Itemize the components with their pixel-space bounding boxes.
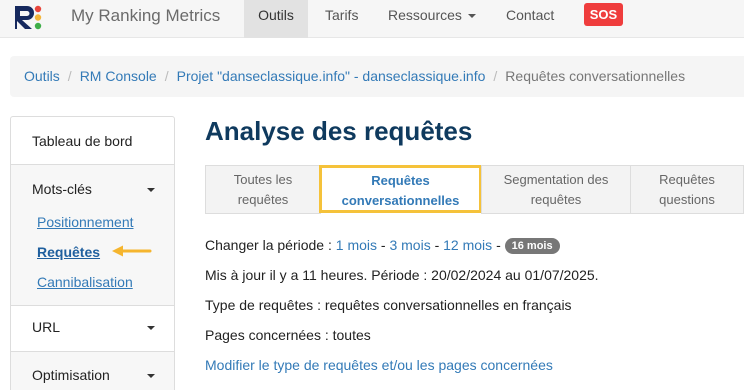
tab-requetes-questions[interactable]: Requêtes questions [630,165,744,214]
caret-down-icon [147,326,155,330]
tab-label: Requêtes [371,173,430,188]
breadcrumb-separator: / [164,68,169,84]
brand-name[interactable]: My Ranking Metrics [71,6,220,26]
modify-query-link-row: Modifier le type de requêtes et/ou les p… [205,357,553,373]
sidebar-item-url[interactable]: URL [32,319,60,335]
caret-down-icon [467,14,476,19]
pages-info: Pages concernées : toutes [205,327,371,343]
breadcrumb-outils[interactable]: Outils [24,68,60,84]
sidebar-item-cannibalisation[interactable]: Cannibalisation [37,274,133,290]
query-type-info: Type de requêtes : requêtes conversation… [205,297,572,313]
breadcrumb-rm-console[interactable]: RM Console [80,68,157,84]
period-option-12-mois[interactable]: 12 mois [443,237,492,253]
nav-item-ressources[interactable]: Ressources [388,0,476,38]
sidebar-item-optimisation[interactable]: Optimisation [32,367,110,383]
tab-label: Requêtes [659,172,715,187]
breadcrumb-project[interactable]: Projet "danseclassique.info" - danseclas… [177,68,486,84]
sidebar-item-keywords[interactable]: Mots-clés [32,181,92,197]
tab-label: Toutes les [233,172,293,187]
sidebar-divider [11,305,174,306]
period-option-1-mois[interactable]: 1 mois [336,237,377,253]
period-separator: - [434,237,440,253]
breadcrumb-current: Requêtes conversationnelles [505,68,686,84]
tab-label: Segmentation des [503,172,609,187]
caret-down-icon [147,374,155,378]
sidebar-item-dashboard[interactable]: Tableau de bord [32,133,132,149]
breadcrumb-separator: / [493,68,498,84]
query-tabs: Toutes les requêtes Requêtes conversatio… [205,165,744,214]
tab-requetes-conversationnelles[interactable]: Requêtes conversationnelles [319,165,482,213]
top-navbar: My Ranking Metrics Outils Tarifs Ressour… [0,0,744,38]
tab-label: requêtes [530,192,582,207]
period-selector: Changer la période : 1 mois - 3 mois - 1… [205,237,560,254]
nav-item-contact[interactable]: Contact [506,0,554,38]
modify-query-link[interactable]: Modifier le type de requêtes et/ou les p… [205,357,553,373]
tab-label: conversationnelles [341,193,460,208]
nav-item-tarifs[interactable]: Tarifs [325,0,358,38]
period-selected-badge: 16 mois [504,238,560,254]
sidebar-item-requetes[interactable]: Requêtes [37,244,100,260]
nav-item-outils[interactable]: Outils [244,0,308,38]
nav-item-label: Ressources [388,7,462,23]
nav-item-label: Outils [258,7,294,23]
tab-segmentation[interactable]: Segmentation des requêtes [481,165,631,214]
sos-button[interactable]: SOS [584,3,623,26]
tab-label: questions [659,192,715,207]
tab-toutes-requetes[interactable]: Toutes les requêtes [205,165,321,214]
update-info: Mis à jour il y a 11 heures. Période : 2… [205,267,599,283]
annotation-arrow-icon [112,245,152,257]
period-separator: - [380,237,386,253]
period-separator: - [496,237,501,253]
period-option-3-mois[interactable]: 3 mois [389,237,430,253]
rm-logo-icon[interactable] [12,3,46,31]
nav-item-label: Tarifs [325,7,359,23]
page-title: Analyse des requêtes [205,116,473,146]
breadcrumb: Outils / RM Console / Projet "danseclassique… [10,56,744,97]
nav-item-label: Contact [506,7,555,23]
breadcrumb-separator: / [67,68,72,84]
caret-down-icon [147,188,155,192]
period-label: Changer la période : [205,237,332,253]
tab-label: requêtes [237,192,289,207]
sidebar-item-positionnement[interactable]: Positionnement [37,214,134,230]
